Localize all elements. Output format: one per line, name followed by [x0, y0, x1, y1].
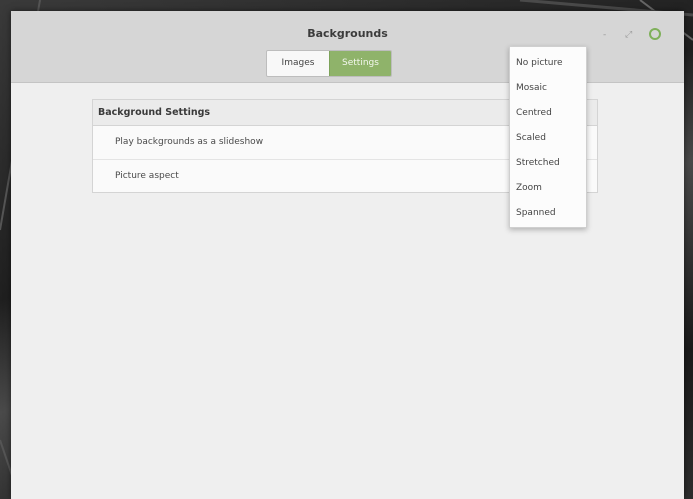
slideshow-label: Play backgrounds as a slideshow [115, 137, 264, 147]
option-stretched[interactable]: Stretched [510, 151, 586, 176]
tab-settings[interactable]: Settings [329, 51, 391, 76]
option-zoom[interactable]: Zoom [510, 176, 586, 201]
window-title: Backgrounds [307, 27, 388, 40]
option-scaled[interactable]: Scaled [510, 126, 586, 151]
tab-switcher: Images Settings [266, 50, 392, 77]
maximize-icon[interactable]: ⤢ [625, 30, 632, 40]
option-centred[interactable]: Centred [510, 101, 586, 126]
backgrounds-window: Backgrounds Images Settings - ⤢ Backgrou… [11, 11, 684, 499]
close-icon[interactable] [649, 28, 661, 40]
picture-aspect-label: Picture aspect [115, 171, 179, 181]
option-mosaic[interactable]: Mosaic [510, 76, 586, 101]
minimize-icon[interactable]: - [603, 30, 606, 40]
picture-aspect-dropdown: No picture Mosaic Centred Scaled Stretch… [509, 46, 587, 228]
tab-images[interactable]: Images [267, 51, 329, 76]
option-no-picture[interactable]: No picture [510, 51, 586, 76]
option-spanned[interactable]: Spanned [510, 201, 586, 226]
